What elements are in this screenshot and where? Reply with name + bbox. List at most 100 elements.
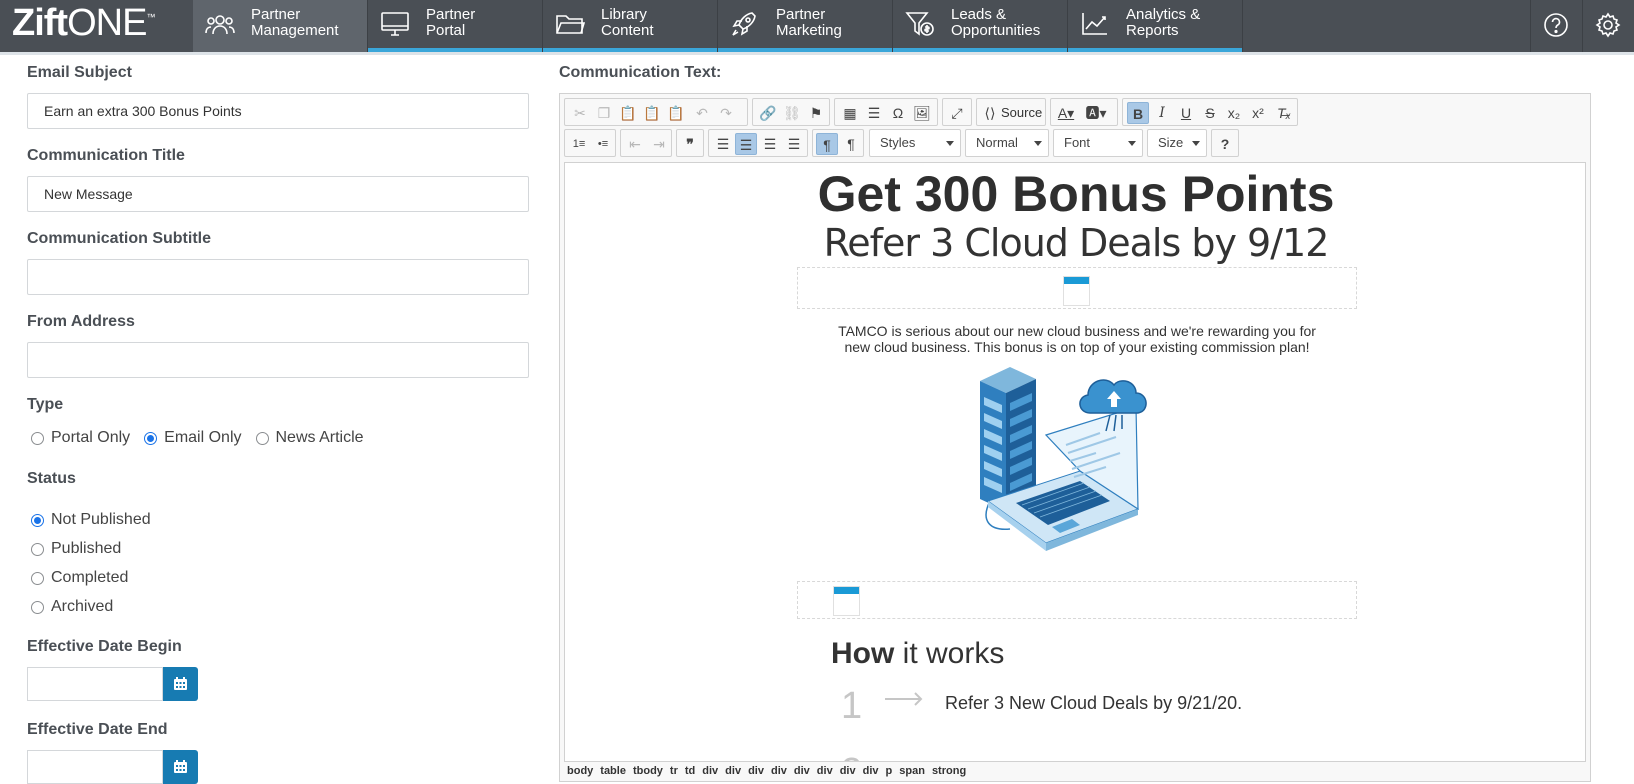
type-radio-email-only[interactable] (144, 431, 158, 445)
content-headline: Get 300 Bonus Points (817, 166, 1335, 222)
element-path-item[interactable]: div (863, 761, 879, 781)
effective-date-end-input[interactable] (27, 750, 163, 784)
image-block-placeholder[interactable] (797, 267, 1357, 309)
paste-word-icon[interactable]: 📋 (665, 102, 687, 124)
text-color-icon[interactable]: A▾ (1055, 102, 1077, 124)
undo-icon[interactable]: ↶ (691, 102, 713, 124)
blockquote-group: ❞ (676, 129, 704, 157)
chevron-down-icon (1192, 141, 1200, 146)
bold-icon[interactable]: B (1127, 102, 1149, 124)
align-right-icon[interactable]: ☰ (759, 133, 781, 155)
image-icon[interactable]: 🖼 (911, 102, 933, 124)
communication-title-input[interactable]: New Message (27, 176, 529, 212)
table-icon[interactable]: ▦ (839, 102, 861, 124)
communication-subtitle-input[interactable] (27, 259, 529, 295)
status-radio-completed[interactable] (31, 571, 44, 585)
nav-tab-leads-opportunities[interactable]: Leads & Opportunities (893, 0, 1068, 52)
element-path-item[interactable]: span (899, 761, 925, 781)
element-path-item[interactable]: strong (932, 761, 966, 781)
element-path-item[interactable]: tr (670, 761, 678, 781)
unlink-icon[interactable]: ⛓ (781, 102, 803, 124)
redo-icon[interactable]: ↷ (715, 102, 737, 124)
type-radio-portal-only[interactable] (31, 431, 44, 445)
align-left-icon[interactable]: ☰ (712, 133, 734, 155)
link-icon[interactable]: 🔗 (757, 102, 779, 124)
nav-tab-analytics-reports[interactable]: Analytics & Reports (1068, 0, 1243, 52)
anchor-flag-icon[interactable]: ⚑ (805, 102, 827, 124)
remove-format-icon[interactable]: T̶ₓ (1273, 102, 1295, 124)
justify-icon[interactable]: ☰ (783, 133, 805, 155)
special-char-omega-icon[interactable]: Ω (887, 102, 909, 124)
element-path-item[interactable]: tbody (633, 761, 663, 781)
text-direction-rtl-icon[interactable]: ¶ (840, 133, 862, 155)
text-direction-ltr-icon[interactable]: ¶ (816, 133, 838, 155)
editor-content-area[interactable]: Get 300 Bonus Points Refer 3 Cloud Deals… (564, 162, 1586, 762)
element-path-bar: body table tbody tr td div div div div div div div d… (560, 761, 1590, 781)
nav-tab-partner-management[interactable]: Partner Management (193, 0, 368, 52)
rocket-icon (732, 12, 756, 36)
image-block-placeholder-2[interactable] (797, 581, 1357, 619)
italic-icon[interactable]: I (1151, 102, 1173, 124)
blockquote-icon[interactable]: ❞ (679, 133, 701, 155)
strikethrough-icon[interactable]: S (1199, 102, 1221, 124)
from-address-input[interactable] (27, 342, 529, 378)
paste-icon[interactable]: 📋 (617, 102, 639, 124)
maximize-icon[interactable]: ⤢ (946, 102, 968, 124)
copy-icon[interactable]: ❐ (593, 102, 615, 124)
horizontal-line-icon[interactable]: ☰ (863, 102, 885, 124)
background-color-icon[interactable]: 🅰▾ (1085, 102, 1107, 124)
increase-indent-icon[interactable]: ⇥ (648, 133, 670, 155)
type-option-label: Email Only (164, 429, 242, 446)
editor-help-button[interactable]: ? (1211, 129, 1239, 157)
link-group: 🔗 ⛓ ⚑ (752, 98, 830, 126)
font-dropdown-value: Font (1064, 135, 1091, 150)
paste-text-icon[interactable]: 📋 (641, 102, 663, 124)
numbered-list-icon[interactable]: 1≡ (568, 133, 590, 155)
effective-date-begin-input[interactable] (27, 667, 163, 701)
element-path-item[interactable]: table (600, 761, 626, 781)
element-path-item[interactable]: div (840, 761, 856, 781)
type-radio-news-article[interactable] (255, 431, 269, 445)
insert-group: ▦ ☰ Ω 🖼 (834, 98, 938, 126)
nav-tab-partner-portal[interactable]: Partner Portal (368, 0, 543, 52)
how-it-works-bold: How (831, 637, 895, 670)
element-path-item[interactable]: p (886, 761, 893, 781)
element-path-item[interactable]: div (817, 761, 833, 781)
communication-subtitle-label: Communication Subtitle (27, 230, 211, 247)
element-path-item[interactable]: div (748, 761, 764, 781)
element-path-item[interactable]: td (685, 761, 695, 781)
effective-date-end-calendar-button[interactable] (163, 750, 198, 784)
decrease-indent-icon[interactable]: ⇤ (624, 133, 646, 155)
underline-icon[interactable]: U (1175, 102, 1197, 124)
status-radio-published[interactable] (31, 542, 44, 556)
maximize-group: ⤢ (942, 98, 972, 126)
status-radio-archived[interactable] (31, 600, 44, 614)
effective-date-begin-label: Effective Date Begin (27, 638, 182, 655)
styles-dropdown[interactable]: Styles (869, 129, 961, 157)
align-center-icon[interactable]: ☰ (735, 133, 757, 155)
subscript-icon[interactable]: x₂ (1223, 102, 1245, 124)
top-navigation: ZiftONE™ Partner Management Partner Port… (0, 0, 1634, 52)
monitor-icon (381, 12, 409, 36)
element-path-item[interactable]: div (771, 761, 787, 781)
help-button[interactable] (1530, 0, 1580, 52)
cut-icon[interactable]: ✂ (569, 102, 591, 124)
format-dropdown[interactable]: Normal (965, 129, 1049, 157)
superscript-icon[interactable]: x² (1247, 102, 1269, 124)
element-path-item[interactable]: div (794, 761, 810, 781)
element-path-item[interactable]: div (725, 761, 741, 781)
zift-one-logo[interactable]: ZiftONE™ (12, 0, 155, 52)
nav-tab-library-content[interactable]: Library Content (543, 0, 718, 52)
element-path-item[interactable]: body (567, 761, 593, 781)
size-dropdown[interactable]: Size (1147, 129, 1207, 157)
bulleted-list-icon[interactable]: •≡ (592, 133, 614, 155)
direction-group: ¶ ¶ (812, 129, 864, 157)
email-subject-input[interactable]: Earn an extra 300 Bonus Points (27, 93, 529, 129)
source-button[interactable]: ⟨⟩ Source (976, 98, 1046, 126)
element-path-item[interactable]: div (702, 761, 718, 781)
nav-tab-partner-marketing[interactable]: Partner Marketing (718, 0, 893, 52)
status-radio-not-published[interactable] (31, 513, 44, 527)
settings-button[interactable] (1582, 0, 1632, 52)
effective-date-begin-calendar-button[interactable] (163, 667, 198, 701)
font-dropdown[interactable]: Font (1053, 129, 1143, 157)
